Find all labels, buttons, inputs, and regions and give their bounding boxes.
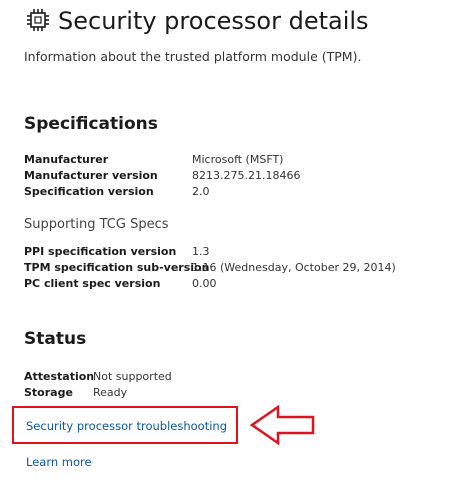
tpm-spec-subversion-label: TPM specification sub-version (24, 261, 210, 274)
specifications-heading: Specifications (24, 114, 158, 134)
ppi-spec-version-value: 1.3 (192, 245, 210, 258)
attestation-value: Not supported (93, 370, 172, 383)
chip-icon (27, 9, 49, 31)
manufacturer-value: Microsoft (MSFT) (192, 153, 284, 166)
arrow-left-icon (250, 405, 315, 445)
tcg-specs-heading: Supporting TCG Specs (24, 217, 169, 232)
specification-version-label: Specification version (24, 185, 154, 198)
specification-version-value: 2.0 (192, 185, 210, 198)
pc-client-spec-version-label: PC client spec version (24, 277, 161, 290)
ppi-spec-version-label: PPI specification version (24, 245, 177, 258)
manufacturer-version-label: Manufacturer version (24, 169, 158, 182)
storage-label: Storage (24, 386, 73, 399)
manufacturer-label: Manufacturer (24, 153, 109, 166)
tpm-spec-subversion-value: 1.16 (Wednesday, October 29, 2014) (192, 261, 396, 274)
troubleshooting-link[interactable]: Security processor troubleshooting (26, 418, 227, 434)
pc-client-spec-version-value: 0.00 (192, 277, 217, 290)
status-heading: Status (24, 329, 87, 349)
page-title: Security processor details (58, 7, 369, 35)
attestation-label: Attestation (24, 370, 95, 383)
page-subtitle: Information about the trusted platform m… (24, 49, 362, 64)
storage-value: Ready (93, 386, 128, 399)
learn-more-link[interactable]: Learn more (26, 454, 92, 470)
manufacturer-version-value: 8213.275.21.18466 (192, 169, 301, 182)
